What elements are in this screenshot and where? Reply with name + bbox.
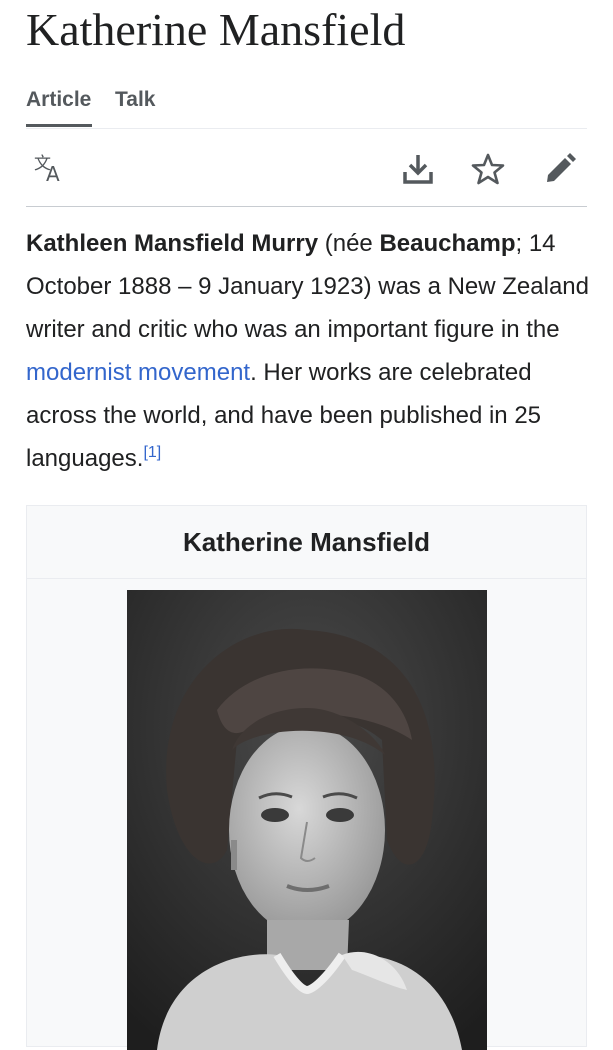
infobox-title: Katherine Mansfield — [27, 506, 586, 579]
page-title: Katherine Mansfield — [26, 4, 406, 55]
svg-text:A: A — [46, 162, 60, 186]
page-actions-toolbar: 文 A — [26, 129, 587, 207]
download-button[interactable] — [400, 151, 436, 187]
page-tabs: Article Talk — [26, 84, 587, 129]
portrait-image[interactable] — [127, 590, 487, 1050]
lead-paragraph: Kathleen Mansfield Murry (née Beauchamp;… — [26, 222, 589, 480]
language-button[interactable]: 文 A — [32, 151, 68, 187]
language-icon: 文 A — [34, 154, 60, 186]
tab-talk[interactable]: Talk — [115, 88, 155, 112]
born-prefix: (née — [318, 230, 380, 257]
edit-button[interactable] — [542, 151, 578, 187]
citation-link[interactable]: [1] — [143, 444, 161, 461]
infobox: Katherine Mansfield — [26, 505, 587, 1050]
tab-article[interactable]: Article — [26, 88, 93, 127]
portrait-photo — [127, 590, 487, 1050]
download-icon — [403, 155, 433, 184]
modernist-movement-link[interactable]: modernist movement — [26, 359, 250, 386]
star-icon — [471, 153, 505, 185]
subject-name: Kathleen Mansfield Murry — [26, 230, 319, 257]
watch-button[interactable] — [470, 151, 506, 187]
birth-name: Beauchamp — [379, 230, 516, 257]
edit-pencil-icon — [547, 153, 576, 182]
